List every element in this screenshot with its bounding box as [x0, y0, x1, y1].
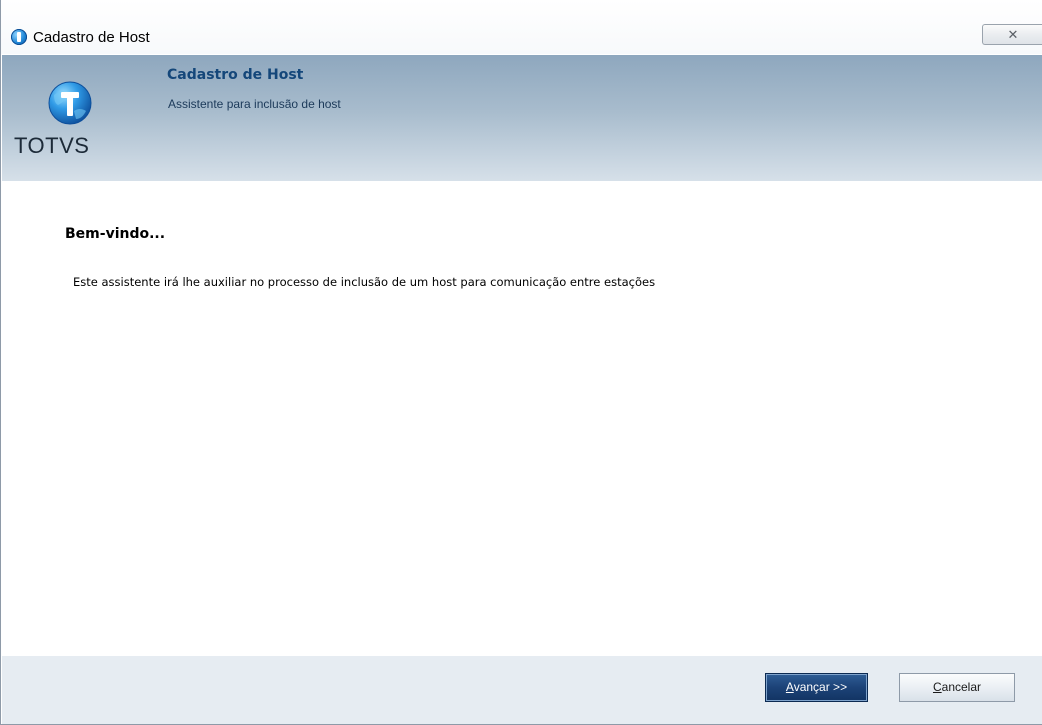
close-icon: ✕ — [1007, 27, 1019, 42]
next-button-label: vançar >> — [793, 680, 848, 694]
close-button[interactable]: ✕ — [982, 24, 1042, 45]
header-title: Cadastro de Host — [167, 67, 304, 83]
welcome-heading: Bem-vindo... — [65, 226, 166, 242]
app-icon — [11, 29, 27, 45]
cancel-button[interactable]: Cancelar — [899, 673, 1015, 702]
totvs-globe-icon — [48, 81, 92, 125]
wizard-header: TOTVS Cadastro de Host Assistente para i… — [2, 55, 1042, 181]
wizard-content — [2, 181, 1042, 656]
window-title: Cadastro de Host — [33, 29, 150, 46]
totvs-logo: TOTVS — [14, 77, 114, 177]
logo-text: TOTVS — [14, 133, 90, 158]
wizard-footer — [2, 656, 1042, 724]
header-subtitle: Assistente para inclusão de host — [168, 97, 341, 111]
cancel-button-accelerator: C — [932, 680, 942, 694]
title-bar[interactable]: Cadastro de Host ✕ — [1, 0, 1042, 54]
wizard-window: Cadastro de Host ✕ TOTVS Cadastro de Hos… — [0, 0, 1042, 725]
next-button-accelerator: A — [785, 680, 794, 694]
welcome-description: Este assistente irá lhe auxiliar no proc… — [73, 275, 656, 289]
cancel-button-label: ancelar — [941, 680, 982, 694]
next-button[interactable]: Avançar >> — [765, 673, 868, 702]
